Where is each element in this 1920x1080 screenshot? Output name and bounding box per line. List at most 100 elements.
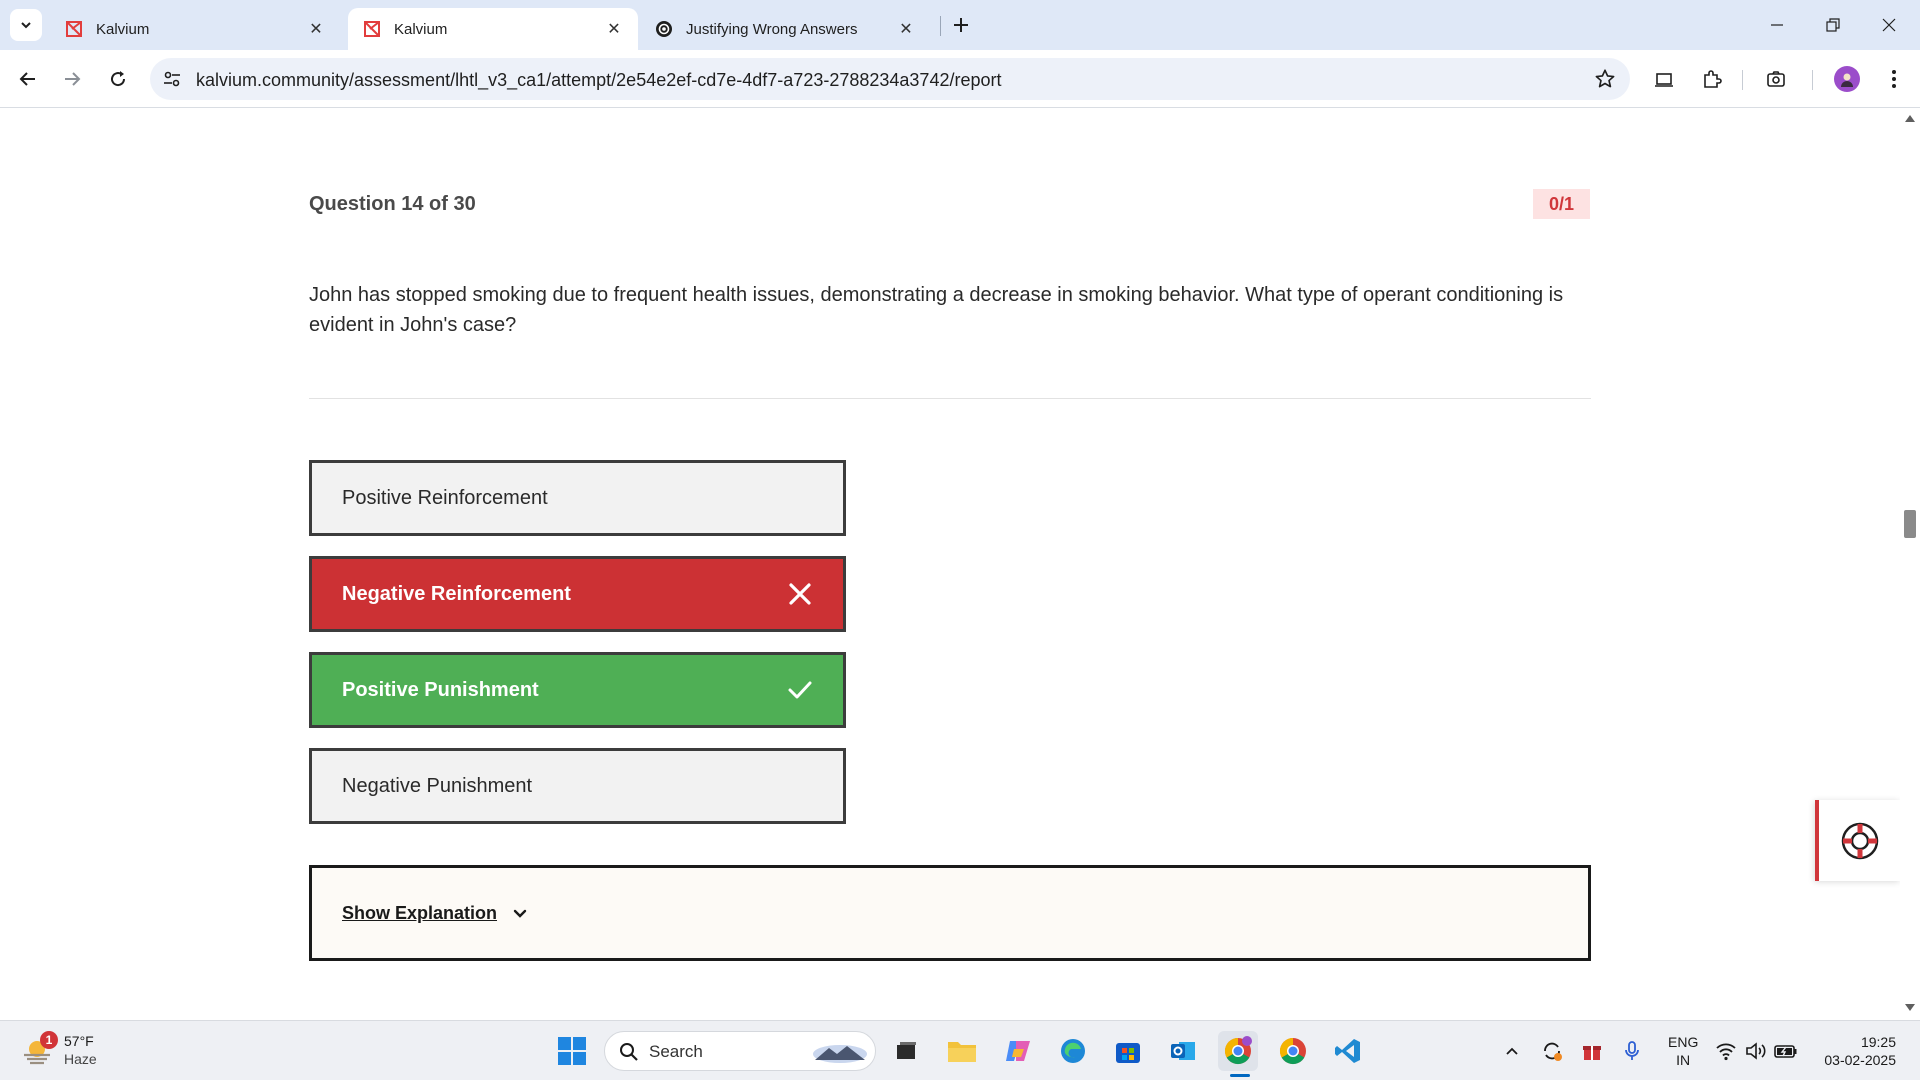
windows-logo-icon bbox=[558, 1037, 586, 1065]
screenshot-button[interactable] bbox=[1762, 65, 1790, 93]
scroll-down-arrow-icon[interactable] bbox=[1905, 1004, 1915, 1012]
language-code: ENG bbox=[1668, 1034, 1699, 1050]
restore-button[interactable] bbox=[1820, 12, 1846, 38]
vscode-button[interactable] bbox=[1328, 1031, 1368, 1071]
sync-tray-button[interactable] bbox=[1540, 1039, 1564, 1063]
extensions-button[interactable] bbox=[1698, 65, 1726, 93]
chevron-up-icon bbox=[1506, 1047, 1518, 1055]
outlook-icon bbox=[1171, 1042, 1195, 1060]
arrow-right-icon bbox=[65, 72, 81, 86]
gift-icon bbox=[1583, 1046, 1601, 1060]
kalvium-logo-icon bbox=[362, 19, 382, 39]
more-vert-icon bbox=[1892, 70, 1896, 88]
vertical-scrollbar[interactable] bbox=[1900, 108, 1920, 1020]
close-icon[interactable]: ✕ bbox=[896, 19, 916, 39]
taskbar-search[interactable]: Search bbox=[604, 1031, 876, 1071]
system-clock[interactable]: 19:25 03-02-2025 bbox=[1812, 1033, 1896, 1069]
back-button[interactable] bbox=[12, 63, 44, 95]
wifi-button[interactable] bbox=[1714, 1039, 1738, 1063]
volume-button[interactable] bbox=[1744, 1039, 1768, 1063]
forward-button[interactable] bbox=[56, 63, 88, 95]
task-view-icon bbox=[897, 1042, 916, 1059]
edge-button[interactable] bbox=[1053, 1031, 1093, 1071]
show-explanation-link[interactable]: Show Explanation bbox=[342, 903, 497, 924]
puzzle-icon bbox=[1704, 70, 1722, 88]
scrollbar-thumb[interactable] bbox=[1904, 510, 1916, 538]
tab-title: Justifying Wrong Answers bbox=[686, 20, 858, 38]
show-hidden-icons-button[interactable] bbox=[1500, 1039, 1524, 1063]
chrome-icon bbox=[1279, 1037, 1306, 1065]
tab-separator bbox=[940, 16, 941, 36]
answer-option-label: Positive Reinforcement bbox=[342, 486, 548, 509]
close-window-button[interactable] bbox=[1876, 12, 1902, 38]
profile-avatar[interactable] bbox=[1834, 66, 1860, 92]
browser-toolbar: kalvium.community/assessment/lhtl_v3_ca1… bbox=[0, 50, 1920, 108]
tab-justifying-wrong-answers[interactable]: Justifying Wrong Answers ✕ bbox=[640, 8, 930, 50]
file-explorer-button[interactable] bbox=[942, 1031, 982, 1071]
toolbar-separator bbox=[1742, 70, 1743, 90]
outlook-button[interactable] bbox=[1163, 1031, 1203, 1071]
reload-button[interactable] bbox=[102, 63, 134, 95]
chrome-menu-button[interactable] bbox=[1880, 65, 1908, 93]
minimize-button[interactable] bbox=[1764, 12, 1790, 38]
chrome-button[interactable] bbox=[1273, 1031, 1313, 1071]
cast-button[interactable] bbox=[1650, 65, 1678, 93]
app-tray-button[interactable] bbox=[1580, 1039, 1604, 1063]
scroll-up-arrow-icon[interactable] bbox=[1905, 114, 1915, 122]
chrome-icon bbox=[1224, 1036, 1252, 1065]
site-settings-icon[interactable] bbox=[162, 69, 182, 89]
tab-strip: Kalvium ✕ Kalvium ✕ Justifying Wrong Ans… bbox=[0, 0, 1920, 50]
close-icon[interactable]: ✕ bbox=[604, 19, 624, 39]
lifebuoy-icon bbox=[1841, 822, 1878, 859]
task-view-button[interactable] bbox=[886, 1031, 926, 1071]
answer-option-label: Negative Punishment bbox=[342, 774, 533, 797]
volume-icon bbox=[1746, 1042, 1766, 1060]
address-bar[interactable]: kalvium.community/assessment/lhtl_v3_ca1… bbox=[150, 58, 1630, 100]
answer-option-2[interactable]: Negative Reinforcement bbox=[309, 556, 846, 632]
search-icon bbox=[620, 1043, 638, 1061]
chevron-down-icon bbox=[21, 22, 31, 29]
divider bbox=[309, 398, 1591, 399]
kalvium-logo-icon bbox=[64, 19, 84, 39]
battery-charging-icon bbox=[1774, 1045, 1797, 1058]
question-counter: Question 14 of 30 bbox=[309, 193, 476, 215]
url-text[interactable]: kalvium.community/assessment/lhtl_v3_ca1… bbox=[196, 70, 1001, 91]
answer-option-1[interactable]: Positive Reinforcement bbox=[309, 460, 846, 536]
active-app-indicator bbox=[1230, 1074, 1250, 1077]
toolbar-separator bbox=[1812, 70, 1813, 90]
page-content: Question 14 of 30 0/1 John has stopped s… bbox=[0, 108, 1900, 1020]
close-icon[interactable]: ✕ bbox=[306, 19, 326, 39]
close-icon bbox=[1882, 18, 1896, 32]
restore-icon bbox=[1826, 18, 1840, 32]
answer-option-label: Positive Punishment bbox=[342, 678, 539, 701]
bookmark-star-icon[interactable] bbox=[1594, 68, 1616, 90]
minimize-icon bbox=[1771, 24, 1783, 26]
chrome-profile-button[interactable] bbox=[1218, 1031, 1258, 1071]
weather-widget[interactable]: 1 57°F Haze bbox=[22, 1031, 112, 1071]
tab-search-button[interactable] bbox=[10, 9, 42, 41]
tab-kalvium-2[interactable]: Kalvium ✕ bbox=[348, 8, 638, 50]
laptop-icon bbox=[1655, 73, 1673, 87]
tab-kalvium-1[interactable]: Kalvium ✕ bbox=[50, 8, 340, 50]
answer-option-3[interactable]: Positive Punishment bbox=[309, 652, 846, 728]
copilot-icon bbox=[1006, 1041, 1030, 1061]
chevron-down-icon[interactable] bbox=[511, 904, 529, 922]
new-tab-button[interactable] bbox=[948, 12, 974, 38]
battery-button[interactable] bbox=[1774, 1039, 1798, 1063]
start-button[interactable] bbox=[552, 1031, 592, 1071]
clock-time: 19:25 bbox=[1860, 1034, 1896, 1050]
language-indicator[interactable]: ENG IN bbox=[1668, 1033, 1698, 1069]
checkmark-icon bbox=[788, 681, 812, 699]
notification-badge: 1 bbox=[40, 1031, 58, 1049]
camera-icon bbox=[1767, 71, 1785, 87]
copilot-button[interactable] bbox=[998, 1031, 1038, 1071]
score-badge: 0/1 bbox=[1533, 189, 1590, 219]
plus-icon bbox=[954, 18, 968, 32]
search-highlight-art-icon bbox=[813, 1045, 867, 1063]
microphone-button[interactable] bbox=[1620, 1039, 1644, 1063]
microsoft-store-button[interactable] bbox=[1108, 1031, 1148, 1071]
weather-temperature: 57°F bbox=[64, 1033, 94, 1049]
question-text: John has stopped smoking due to frequent… bbox=[309, 284, 1564, 336]
answer-option-4[interactable]: Negative Punishment bbox=[309, 748, 846, 824]
help-button[interactable] bbox=[1815, 800, 1900, 881]
